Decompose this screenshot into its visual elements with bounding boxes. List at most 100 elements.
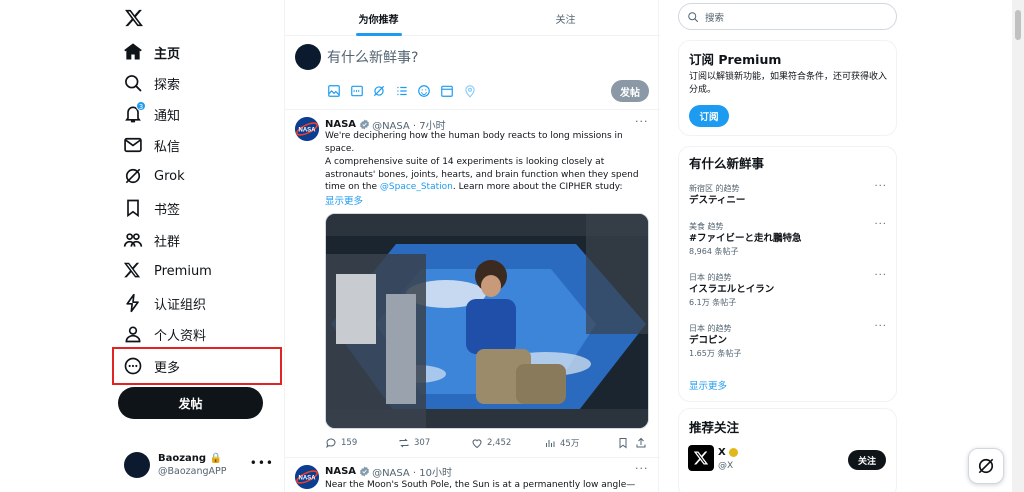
account-switcher[interactable]: Baozang 🔒 @BaozangAPP ••• bbox=[124, 450, 274, 480]
verified-gold-icon bbox=[728, 448, 738, 457]
repost-count: 307 bbox=[414, 438, 431, 448]
follow-button[interactable]: 关注 bbox=[848, 450, 886, 470]
tweet-text-body: A comprehensive suite of 14 experiments … bbox=[325, 156, 650, 194]
home-icon bbox=[123, 42, 143, 62]
trend-more-icon[interactable]: ··· bbox=[874, 321, 887, 332]
nav-item-verified-orgs[interactable]: 认证组织 bbox=[112, 288, 282, 318]
like-button[interactable]: 2,452 bbox=[471, 437, 511, 449]
reply-button[interactable]: 159 bbox=[325, 437, 357, 449]
emoji-icon[interactable] bbox=[417, 84, 431, 98]
scrollbar-thumb[interactable] bbox=[1015, 10, 1021, 40]
tweet-image[interactable] bbox=[325, 213, 649, 429]
heart-icon bbox=[472, 439, 482, 449]
tweet-author-name[interactable]: NASA bbox=[325, 119, 356, 130]
tweet-author-name[interactable]: NASA bbox=[325, 466, 356, 477]
reply-icon bbox=[326, 438, 336, 449]
account-name: Baozang bbox=[158, 453, 207, 464]
trend-name: デコピン bbox=[689, 335, 728, 346]
bell-icon: 3 bbox=[123, 101, 146, 124]
tab-label-for-you: 为你推荐 bbox=[358, 14, 399, 26]
bookmark-icon bbox=[619, 438, 627, 449]
lightning-icon bbox=[123, 293, 143, 313]
nav-item-communities[interactable]: 社群 bbox=[112, 225, 282, 255]
like-count: 2,452 bbox=[487, 438, 512, 448]
tweet-text: Near the Moon's South Pole, the Sun is a… bbox=[325, 480, 636, 490]
notification-badge: 3 bbox=[136, 101, 146, 111]
highlight-box bbox=[112, 347, 282, 385]
nasa-avatar[interactable]: NASA bbox=[295, 465, 319, 489]
nav-item-notifications[interactable]: 3 通知 bbox=[112, 99, 282, 129]
mail-icon bbox=[123, 135, 143, 155]
divider bbox=[285, 457, 660, 458]
nav-label-premium: Premium bbox=[154, 263, 212, 279]
tweet-actions: 159 307 2,452 45万 bbox=[325, 437, 646, 451]
location-icon[interactable] bbox=[463, 84, 477, 98]
trend-item[interactable]: 日本 的趋势 デコピン 1.65万 条帖子 ··· bbox=[689, 321, 887, 363]
views-icon bbox=[546, 440, 555, 447]
premium-card: 订阅 Premium 订阅以解锁新功能，如果符合条件，还可获得收入分成。 订阅 bbox=[678, 40, 897, 136]
bookmark-icon bbox=[123, 198, 143, 218]
trend-category: 美食 趋势 bbox=[689, 222, 724, 231]
grok-icon bbox=[978, 458, 994, 474]
trend-more-icon[interactable]: ··· bbox=[874, 270, 887, 281]
poll-icon[interactable] bbox=[395, 84, 409, 98]
trend-item[interactable]: 新宿区 的趋势 デスティニー ··· bbox=[689, 181, 887, 223]
image-icon[interactable] bbox=[327, 84, 341, 98]
nav-item-messages[interactable]: 私信 bbox=[112, 130, 282, 160]
composer-toolbar bbox=[327, 84, 485, 98]
nav-label-verified-orgs: 认证组织 bbox=[154, 297, 207, 313]
gif-icon[interactable] bbox=[350, 84, 364, 98]
search-icon bbox=[688, 11, 699, 22]
trend-item[interactable]: 日本 的趋势 イスラエルとイラン 6.1万 条帖子 ··· bbox=[689, 270, 887, 312]
tweet-more-icon[interactable]: ··· bbox=[635, 115, 649, 128]
nav-item-home[interactable]: 主页 bbox=[112, 37, 282, 67]
schedule-icon[interactable] bbox=[440, 84, 454, 98]
show-more-link[interactable]: 显示更多 bbox=[325, 193, 363, 207]
search-input[interactable]: 搜索 bbox=[678, 3, 897, 30]
trend-count: 6.1万 条帖子 bbox=[689, 298, 737, 307]
trend-more-icon[interactable]: ··· bbox=[874, 181, 887, 192]
premium-description: 订阅以解锁新功能，如果符合条件，还可获得收入分成。 bbox=[689, 72, 888, 95]
trend-item[interactable]: 美食 趋势 #ファイビーと走れ鵬特急 8,964 条帖子 ··· bbox=[689, 219, 887, 261]
composer-input[interactable]: 有什么新鲜事? bbox=[327, 47, 418, 67]
tweet-more-icon[interactable]: ··· bbox=[635, 462, 649, 475]
search-placeholder: 搜索 bbox=[705, 12, 725, 24]
nav-item-grok[interactable]: Grok bbox=[112, 161, 282, 191]
grok-icon[interactable] bbox=[372, 84, 386, 98]
nav-item-premium[interactable]: Premium bbox=[112, 256, 282, 286]
trends-show-more[interactable]: 显示更多 bbox=[689, 378, 727, 392]
nav-item-bookmarks[interactable]: 书签 bbox=[112, 193, 282, 223]
trend-name: #ファイビーと走れ鵬特急 bbox=[689, 233, 802, 244]
tweet-text-part: . Learn more about the CIPHER study: bbox=[452, 182, 623, 192]
timeline: 为你推荐 关注 有什么新鲜事? 发帖 NASA NASA @NASA · 7小时… bbox=[284, 0, 660, 492]
svg-text:NASA: NASA bbox=[298, 128, 316, 134]
nav-label-bookmarks: 书签 bbox=[154, 202, 181, 218]
trend-more-icon[interactable]: ··· bbox=[874, 219, 887, 230]
x-logo-icon[interactable] bbox=[124, 8, 144, 28]
post-button[interactable]: 发帖 bbox=[118, 387, 263, 419]
nasa-avatar[interactable]: NASA bbox=[295, 117, 319, 141]
tab-following[interactable]: 关注 bbox=[472, 0, 659, 36]
nav-item-profile[interactable]: 个人资料 bbox=[112, 319, 282, 349]
lock-icon: 🔒 bbox=[209, 453, 223, 464]
nav-label-grok: Grok bbox=[154, 168, 185, 184]
bookmark-button[interactable] bbox=[617, 437, 633, 449]
verified-badge-icon bbox=[359, 119, 370, 130]
avatar bbox=[295, 44, 321, 70]
share-button[interactable] bbox=[635, 437, 651, 449]
svg-text:NASA: NASA bbox=[298, 476, 316, 482]
repost-button[interactable]: 307 bbox=[398, 437, 430, 449]
composer-post-button[interactable]: 发帖 bbox=[611, 80, 649, 102]
tab-for-you[interactable]: 为你推荐 bbox=[285, 0, 472, 36]
page-scrollbar[interactable] bbox=[1012, 0, 1024, 492]
nav-item-explore[interactable]: 探索 bbox=[112, 68, 282, 98]
grok-icon bbox=[123, 166, 143, 186]
mention-link[interactable]: @Space_Station bbox=[380, 182, 453, 192]
trend-count: 1.65万 条帖子 bbox=[689, 349, 742, 358]
more-dots-icon[interactable]: ••• bbox=[250, 456, 274, 470]
follow-suggestion[interactable]: X @X 关注 bbox=[688, 445, 888, 475]
subscribe-button[interactable]: 订阅 bbox=[689, 105, 729, 127]
grok-floating-button[interactable] bbox=[968, 448, 1004, 484]
views-button[interactable]: 45万 bbox=[544, 437, 579, 449]
trend-category: 新宿区 的趋势 bbox=[689, 184, 740, 193]
